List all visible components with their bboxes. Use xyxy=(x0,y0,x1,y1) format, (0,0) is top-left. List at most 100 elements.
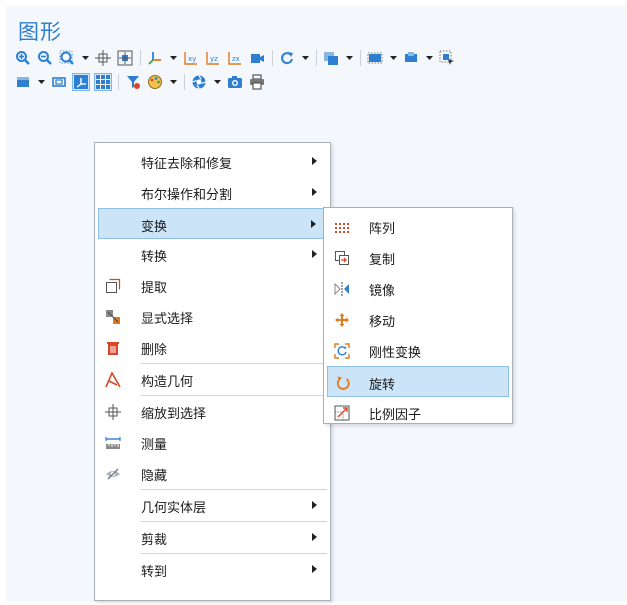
menu-item-label: 隐藏 xyxy=(141,469,168,484)
rigid-transform-icon xyxy=(333,342,350,359)
submenu-arrow-icon xyxy=(312,533,317,541)
menu-item-label: 转到 xyxy=(141,565,168,580)
menu-item-label: 刚性变换 xyxy=(369,346,422,361)
scene-dropdown[interactable] xyxy=(36,80,46,84)
menu-item-measure[interactable]: 测量 xyxy=(95,427,330,458)
explicit-selection-icon xyxy=(104,308,121,325)
select-all-icon[interactable] xyxy=(438,49,456,67)
window-title: 图形 xyxy=(18,20,62,44)
menu-item-explicit-selection[interactable]: 显式选择 xyxy=(95,301,330,332)
menu-item-label: 显式选择 xyxy=(141,312,194,327)
menu-item-label: 复制 xyxy=(369,253,396,268)
selection-mode-icon[interactable] xyxy=(366,49,384,67)
transforms-submenu: 阵列 复制 镜像 移动 刚性变换 旋转 比例因子 xyxy=(323,207,513,424)
menu-item-zoom-to-selection[interactable]: 缩放到选择 xyxy=(95,396,330,427)
menu-item-build-geometry[interactable]: 构造几何 xyxy=(95,364,330,395)
array-icon xyxy=(333,218,350,235)
render-dropdown[interactable] xyxy=(344,56,354,60)
selection-dropdown[interactable] xyxy=(388,56,398,60)
menu-item-extract[interactable]: 提取 xyxy=(95,270,330,301)
camera-icon[interactable] xyxy=(226,73,244,91)
submenu-arrow-icon xyxy=(311,220,316,228)
submenu-arrow-icon xyxy=(312,565,317,573)
print-icon[interactable] xyxy=(248,73,266,91)
submenu-item-move[interactable]: 移动 xyxy=(324,304,512,335)
svg-text:yz: yz xyxy=(210,55,218,63)
submenu-arrow-icon xyxy=(312,501,317,509)
delete-icon xyxy=(104,339,121,356)
select-box-icon[interactable] xyxy=(402,49,420,67)
submenu-arrow-icon xyxy=(312,157,317,165)
show-axes-icon[interactable] xyxy=(72,73,90,91)
toolbar-separator xyxy=(316,50,317,66)
wireframe-icon[interactable] xyxy=(50,73,68,91)
toolbar-separator xyxy=(272,50,273,66)
view-xy-icon[interactable]: xy xyxy=(182,49,200,67)
zoom-box-icon[interactable] xyxy=(58,49,76,67)
axis-dropdown[interactable] xyxy=(168,56,178,60)
menu-item-delete[interactable]: 删除 xyxy=(95,332,330,363)
toolbar-separator xyxy=(118,74,119,90)
svg-text:xy: xy xyxy=(188,55,196,63)
toolbar-separator xyxy=(184,74,185,90)
submenu-item-rigid-transform[interactable]: 刚性变换 xyxy=(324,335,512,366)
menu-item-label: 缩放到选择 xyxy=(141,407,207,422)
submenu-item-mirror[interactable]: 镜像 xyxy=(324,273,512,304)
appearance-icon[interactable] xyxy=(146,73,164,91)
menu-item-label: 比例因子 xyxy=(369,408,422,423)
camera-view-icon[interactable] xyxy=(248,49,266,67)
menu-item-defeaturing-repair[interactable]: 特征去除和修复 xyxy=(95,146,330,177)
submenu-item-array[interactable]: 阵列 xyxy=(324,211,512,242)
menu-item-boolean-partition[interactable]: 布尔操作和分割 xyxy=(95,177,330,208)
show-grid-icon[interactable] xyxy=(94,73,112,91)
svg-text:zx: zx xyxy=(232,55,240,63)
menu-item-label: 删除 xyxy=(141,343,168,358)
submenu-item-rotate[interactable]: 旋转 xyxy=(327,366,509,397)
scale-icon xyxy=(333,404,350,421)
rotate-icon[interactable] xyxy=(278,49,296,67)
menu-item-hide[interactable]: 隐藏 xyxy=(95,458,330,489)
render-mode-icon[interactable] xyxy=(322,49,340,67)
appearance-dropdown[interactable] xyxy=(168,80,178,84)
select-box-dropdown[interactable] xyxy=(424,56,434,60)
view-yz-icon[interactable]: yz xyxy=(204,49,222,67)
move-icon xyxy=(333,311,350,328)
graphics-toolbar-row-2 xyxy=(14,72,270,92)
context-menu: 特征去除和修复 布尔操作和分割 变换 转换 提取 显式选择 删除 构造几何 缩放… xyxy=(94,142,331,601)
menu-item-label: 旋转 xyxy=(369,378,396,393)
menu-item-transforms[interactable]: 变换 xyxy=(98,208,327,239)
zoom-in-icon[interactable] xyxy=(14,49,32,67)
rotate-icon xyxy=(334,374,351,391)
toolbar-separator xyxy=(360,50,361,66)
submenu-item-scale[interactable]: 比例因子 xyxy=(324,397,512,428)
menu-item-label: 变换 xyxy=(141,220,168,235)
menu-item-clipping[interactable]: 剪裁 xyxy=(95,522,330,553)
menu-item-label: 几何实体层 xyxy=(141,501,207,516)
build-geometry-icon xyxy=(104,371,121,388)
zoom-to-selection-icon[interactable] xyxy=(94,49,112,67)
submenu-arrow-icon xyxy=(312,250,317,258)
menu-item-label: 转换 xyxy=(141,250,168,265)
snapshot-icon[interactable] xyxy=(190,73,208,91)
scene-light-icon[interactable] xyxy=(14,73,32,91)
menu-item-geometric-entity-level[interactable]: 几何实体层 xyxy=(95,490,330,521)
menu-item-go-to[interactable]: 转到 xyxy=(95,554,330,585)
menu-item-conversions[interactable]: 转换 xyxy=(95,239,330,270)
menu-item-label: 特征去除和修复 xyxy=(141,157,233,172)
view-zx-icon[interactable]: zx xyxy=(226,49,244,67)
filter-icon[interactable] xyxy=(124,73,142,91)
zoom-out-icon[interactable] xyxy=(36,49,54,67)
mirror-icon xyxy=(333,280,350,297)
menu-item-label: 布尔操作和分割 xyxy=(141,188,233,203)
menu-item-label: 剪裁 xyxy=(141,533,168,548)
snapshot-dropdown[interactable] xyxy=(212,80,222,84)
submenu-item-copy[interactable]: 复制 xyxy=(324,242,512,273)
axis-orientation-icon[interactable] xyxy=(146,49,164,67)
extract-icon xyxy=(104,277,121,294)
menu-item-label: 阵列 xyxy=(369,222,396,237)
rotate-dropdown[interactable] xyxy=(300,56,310,60)
zoom-extents-icon[interactable] xyxy=(116,49,134,67)
menu-item-label: 构造几何 xyxy=(141,375,194,390)
submenu-arrow-icon xyxy=(312,188,317,196)
zoom-dropdown[interactable] xyxy=(80,56,90,60)
